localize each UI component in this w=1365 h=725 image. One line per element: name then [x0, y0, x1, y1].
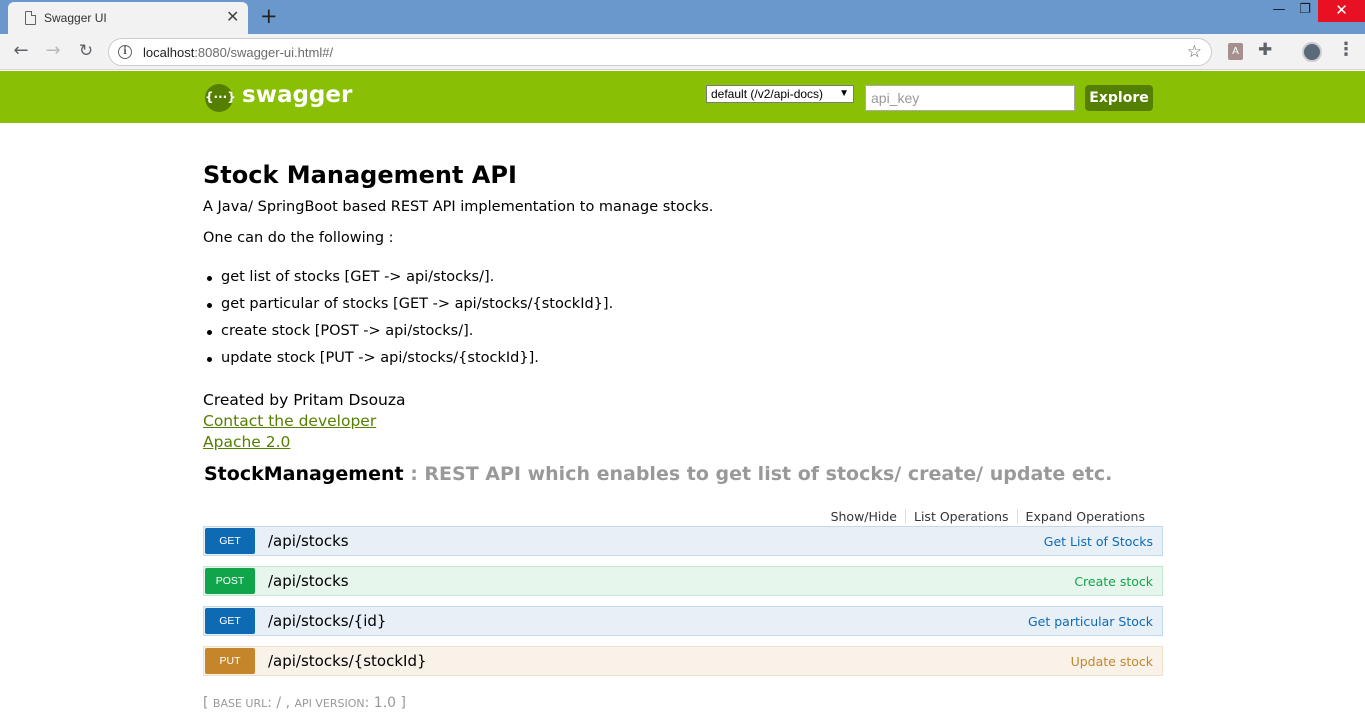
swagger-logo-icon[interactable]: {···}: [205, 84, 236, 112]
operation-get-stock-by-id[interactable]: GET /api/stocks/{id} Get particular Stoc…: [203, 606, 1163, 636]
swagger-logo-text[interactable]: swagger: [242, 82, 352, 108]
operation-get-stocks[interactable]: GET /api/stocks Get List of Stocks: [203, 526, 1163, 556]
list-item: get particular of stocks [GET -> api/sto…: [203, 296, 613, 323]
menu-kebab-icon[interactable]: ⋮: [1337, 40, 1355, 60]
operation-path[interactable]: /api/stocks: [268, 572, 349, 590]
window-close-button[interactable]: ✕: [1318, 0, 1365, 22]
operation-put-stock[interactable]: PUT /api/stocks/{stockId} Update stock: [203, 646, 1163, 676]
list-operations-link[interactable]: List Operations: [905, 509, 1017, 524]
feature-list: get list of stocks [GET -> api/stocks/].…: [203, 269, 613, 377]
http-method-badge[interactable]: GET: [205, 608, 255, 634]
operation-path[interactable]: /api/stocks: [268, 532, 349, 550]
browser-tab-bar: Swagger UI ✕ + — ❐ ✕: [0, 0, 1365, 34]
created-by: Created by Pritam Dsouza: [203, 391, 406, 409]
tab-close-icon[interactable]: ✕: [226, 8, 239, 26]
api-description: A Java/ SpringBoot based REST API implem…: [203, 199, 714, 215]
new-tab-button[interactable]: +: [260, 5, 278, 27]
url-text[interactable]: localhost:8080/swagger-ui.html#/: [143, 45, 333, 60]
address-bar[interactable]: i localhost:8080/swagger-ui.html#/ ☆: [108, 38, 1212, 66]
show-hide-link[interactable]: Show/Hide: [823, 509, 905, 524]
contact-developer-link[interactable]: Contact the developer: [203, 412, 376, 430]
footer-bracket: [: [203, 695, 213, 711]
reload-icon[interactable]: ↻: [76, 41, 96, 61]
http-method-badge[interactable]: PUT: [205, 648, 255, 674]
http-method-badge[interactable]: GET: [205, 528, 255, 554]
resource-actions: Show/Hide List Operations Expand Operation…: [823, 509, 1153, 524]
api-version-label: api version: [294, 697, 365, 710]
forward-arrow-icon[interactable]: →: [43, 41, 63, 61]
list-item: get list of stocks [GET -> api/stocks/].: [203, 269, 613, 296]
list-item: create stock [POST -> api/stocks/].: [203, 323, 613, 350]
browser-toolbar: ← → ↻ i localhost:8080/swagger-ui.html#/…: [0, 34, 1365, 70]
resource-description: : REST API which enables to get list of …: [410, 463, 1113, 485]
puzzle-extension-icon[interactable]: ✚: [1258, 40, 1272, 60]
license-link[interactable]: Apache 2.0: [203, 433, 290, 451]
info-icon[interactable]: i: [118, 45, 132, 59]
operation-summary[interactable]: Get particular Stock: [1028, 614, 1153, 629]
expand-operations-link[interactable]: Expand Operations: [1016, 509, 1153, 524]
resource-name-link[interactable]: StockManagement: [204, 463, 404, 485]
http-method-badge[interactable]: POST: [205, 568, 255, 594]
tab-title: Swagger UI: [44, 11, 107, 25]
spec-select[interactable]: default (/v2/api-docs) ▼: [706, 85, 854, 103]
window-restore-button[interactable]: ❐: [1290, 0, 1320, 22]
api-key-input[interactable]: api_key: [865, 85, 1075, 111]
operation-path[interactable]: /api/stocks/{stockId}: [268, 652, 427, 670]
operation-summary[interactable]: Get List of Stocks: [1044, 534, 1153, 549]
page-favicon-icon: [25, 11, 36, 25]
base-url-label: base url: [212, 697, 268, 710]
api-title: Stock Management API: [203, 161, 517, 189]
browser-tab[interactable]: Swagger UI ✕: [8, 2, 248, 34]
operation-summary[interactable]: Create stock: [1074, 574, 1153, 589]
pdf-extension-icon[interactable]: A: [1228, 43, 1243, 60]
profile-avatar[interactable]: [1302, 42, 1322, 62]
explore-button[interactable]: Explore: [1085, 85, 1153, 111]
spec-select-value: default (/v2/api-docs): [711, 87, 824, 101]
base-url-value: : / ,: [267, 695, 295, 711]
dropdown-arrow-icon: ▼: [839, 88, 849, 99]
back-arrow-icon[interactable]: ←: [11, 41, 31, 61]
api-intro: One can do the following :: [203, 230, 394, 246]
base-url-footer: [ base url: / , api version: 1.0 ]: [203, 695, 406, 711]
operation-post-stocks[interactable]: POST /api/stocks Create stock: [203, 566, 1163, 596]
operation-path[interactable]: /api/stocks/{id}: [268, 612, 386, 630]
resource-heading: StockManagement : REST API which enables…: [204, 463, 1112, 485]
operation-summary[interactable]: Update stock: [1071, 654, 1153, 669]
swagger-header: {···} swagger default (/v2/api-docs) ▼ a…: [0, 71, 1365, 123]
list-item: update stock [PUT -> api/stocks/{stockId…: [203, 350, 613, 377]
star-icon[interactable]: ☆: [1187, 42, 1202, 62]
api-version-value: : 1.0 ]: [364, 695, 406, 711]
